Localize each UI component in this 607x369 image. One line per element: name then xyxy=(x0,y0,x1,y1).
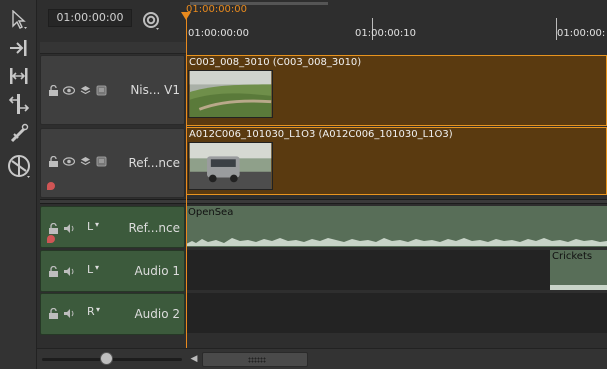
eye-icon[interactable] xyxy=(63,84,75,96)
timeline-footer: ◀ xyxy=(37,348,607,369)
clip-label: A012C006_101030_L1O3 (A012C006_101030_L1… xyxy=(189,129,453,140)
time-ruler[interactable]: 01:00:00:00 01:00:00:00 01:00:00:10 01:0… xyxy=(186,4,607,42)
video-lane-1[interactable]: C003_008_3010 (C003_008_3010) xyxy=(186,55,607,126)
track-header-strip xyxy=(40,42,186,54)
ruler-label: 01:00:00: xyxy=(557,28,606,39)
audio-lane-3[interactable] xyxy=(186,293,607,333)
ruler-label: 01:00:00:00 xyxy=(188,28,250,39)
audio-lane-1[interactable]: OpenSea xyxy=(186,206,607,247)
audio-waveform xyxy=(550,285,607,290)
lock-icon[interactable] xyxy=(47,265,59,277)
snap-icon[interactable] xyxy=(142,11,162,31)
playhead[interactable] xyxy=(186,14,187,350)
lock-icon[interactable] xyxy=(47,222,59,234)
channel-selector[interactable]: L xyxy=(87,220,93,233)
track-header-audio-2[interactable]: L ▾ Audio 1 xyxy=(40,250,185,292)
audio-clip[interactable]: Crickets xyxy=(550,250,607,290)
track-name: Nis... V1 xyxy=(130,83,180,97)
clip-label: OpenSea xyxy=(188,207,234,218)
eye-icon[interactable] xyxy=(63,155,75,167)
track-header-audio-3[interactable]: R ▾ Audio 2 xyxy=(40,293,185,335)
move-to-end-icon[interactable] xyxy=(7,36,31,60)
speaker-icon[interactable] xyxy=(63,222,75,234)
speaker-icon[interactable] xyxy=(63,307,75,319)
track-header-video-1[interactable]: Nis... V1 xyxy=(40,55,185,125)
track-name: Audio 1 xyxy=(134,264,180,278)
record-marker-icon xyxy=(47,182,55,190)
clip-thumbnail xyxy=(188,142,273,190)
lock-icon[interactable] xyxy=(47,155,59,167)
track-name: Ref...nce xyxy=(128,156,180,170)
track-header-video-2[interactable]: Ref...nce xyxy=(40,128,185,198)
razor-icon[interactable] xyxy=(7,122,31,146)
multi-tool-icon[interactable] xyxy=(7,154,33,180)
disk-icon[interactable] xyxy=(95,84,107,96)
chevron-down-icon[interactable]: ▾ xyxy=(95,263,99,272)
clip-thumbnail xyxy=(188,70,273,118)
record-marker-icon xyxy=(47,235,55,243)
lock-icon[interactable] xyxy=(47,307,59,319)
horizontal-scrollbar[interactable] xyxy=(202,352,308,367)
zoom-slider-handle[interactable] xyxy=(100,352,114,365)
track-header-audio-1[interactable]: L ▾ Ref...nce xyxy=(40,206,185,248)
channel-selector[interactable]: R xyxy=(87,305,95,318)
scroll-left-arrow-icon[interactable]: ◀ xyxy=(188,352,200,367)
video-audio-divider[interactable] xyxy=(40,199,607,204)
clip-label: C003_008_3010 (C003_008_3010) xyxy=(189,57,362,68)
layers-icon[interactable] xyxy=(79,155,91,167)
ruler-label: 01:00:00:10 xyxy=(355,28,417,39)
channel-selector[interactable]: L xyxy=(87,263,93,276)
track-name: Ref...nce xyxy=(128,221,180,235)
playhead-handle[interactable] xyxy=(181,12,191,20)
ripple-trim-icon[interactable] xyxy=(7,64,31,88)
audio-lane-2[interactable]: Crickets xyxy=(186,250,607,290)
select-arrow-icon[interactable] xyxy=(7,8,31,32)
timeline-editor: 01:00:00:00 01:00:00:00 01:00:00:00 01:0… xyxy=(0,0,607,369)
playhead-timecode: 01:00:00:00 xyxy=(186,4,248,15)
tool-palette xyxy=(0,0,37,369)
video-clip[interactable]: C003_008_3010 (C003_008_3010) xyxy=(186,55,607,126)
chevron-down-icon[interactable]: ▾ xyxy=(96,305,100,314)
slip-icon[interactable] xyxy=(7,92,31,116)
layers-icon[interactable] xyxy=(79,84,91,96)
timecode-display[interactable]: 01:00:00:00 xyxy=(48,9,132,27)
disk-icon[interactable] xyxy=(95,155,107,167)
audio-clip[interactable]: OpenSea xyxy=(186,206,607,247)
lock-icon[interactable] xyxy=(47,84,59,96)
speaker-icon[interactable] xyxy=(63,265,75,277)
video-clip[interactable]: A012C006_101030_L1O3 (A012C006_101030_L1… xyxy=(186,127,607,195)
video-lane-2[interactable]: A012C006_101030_L1O3 (A012C006_101030_L1… xyxy=(186,127,607,195)
scrollbar-grip xyxy=(248,357,266,363)
clip-label: Crickets xyxy=(552,251,593,262)
track-name: Audio 2 xyxy=(134,307,180,321)
chevron-down-icon[interactable]: ▾ xyxy=(95,220,99,229)
audio-waveform xyxy=(186,238,607,246)
